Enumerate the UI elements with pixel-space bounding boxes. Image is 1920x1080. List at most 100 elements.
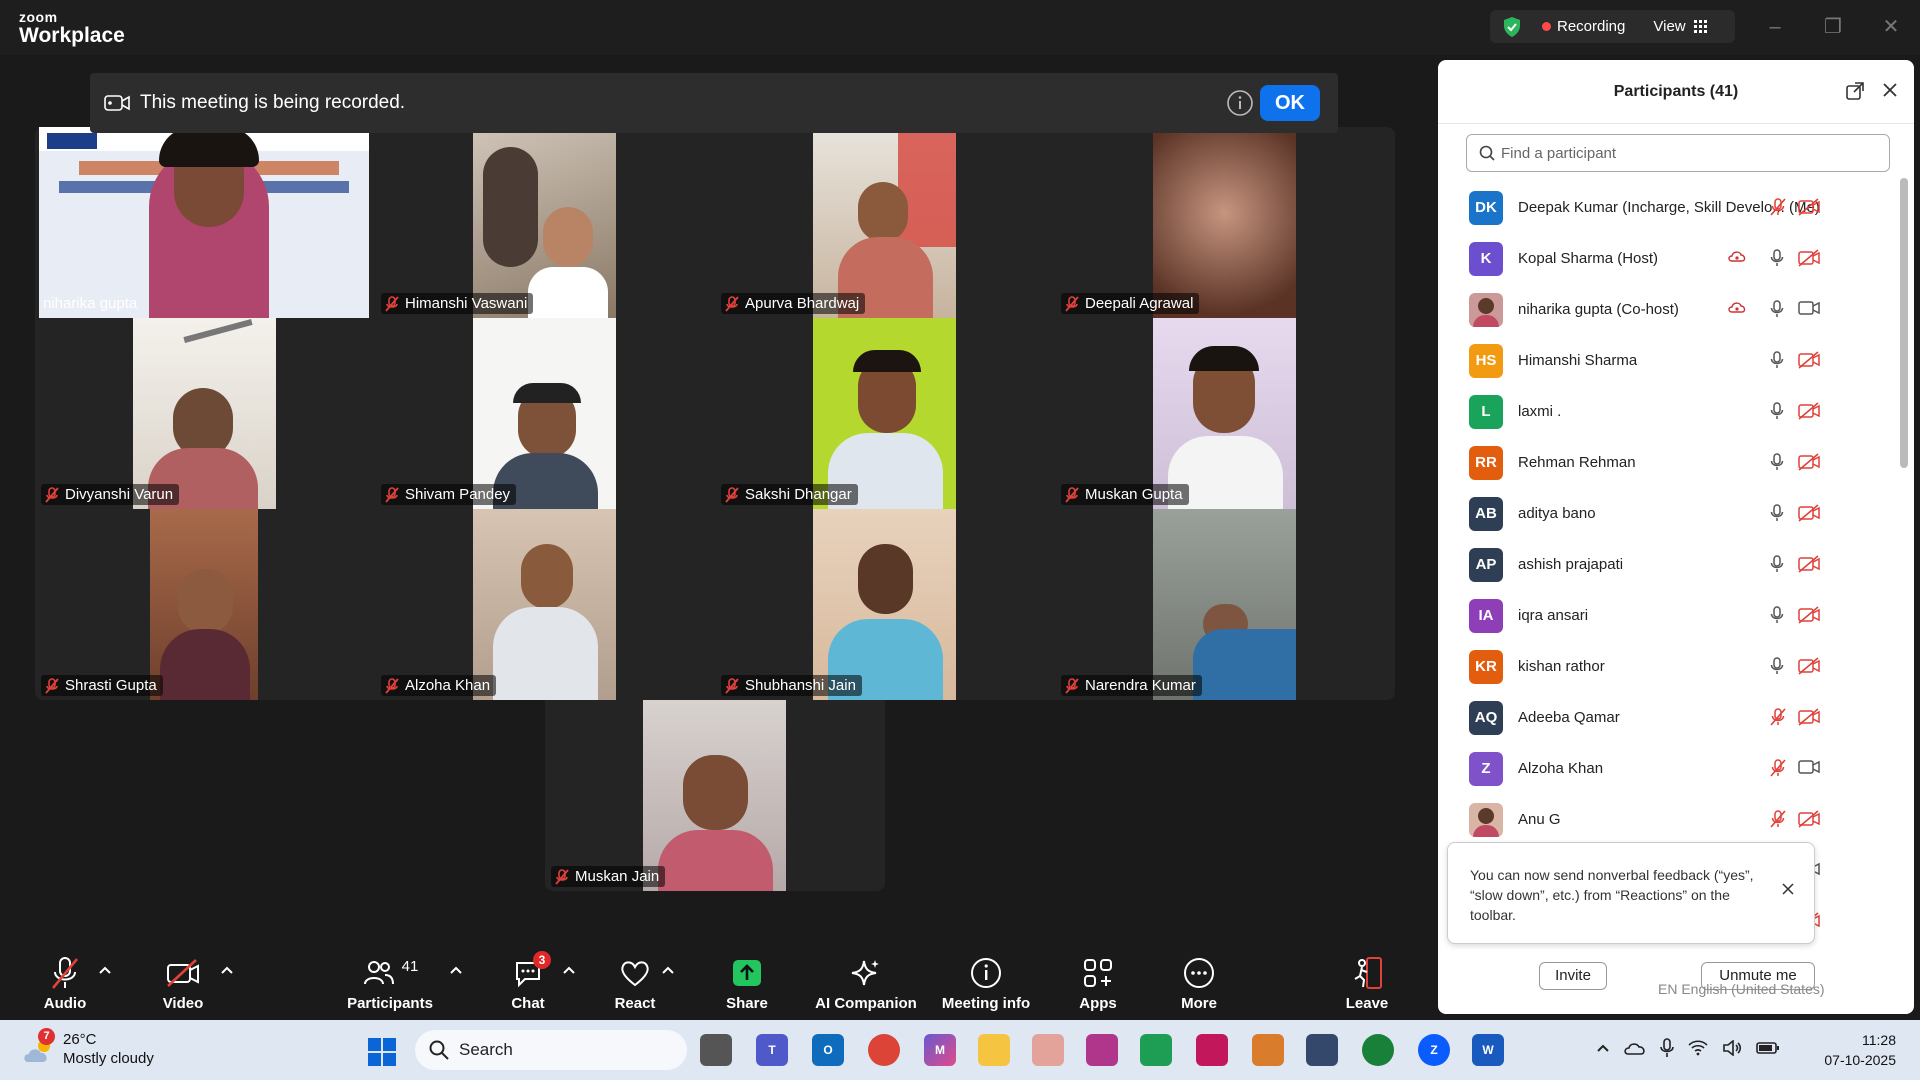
- video-off-icon[interactable]: [1798, 198, 1820, 216]
- video-off-icon[interactable]: [1798, 606, 1820, 624]
- video-off-icon[interactable]: [1798, 657, 1820, 675]
- video-tile[interactable]: Sakshi Dhangar: [715, 318, 1055, 509]
- muted-mic-icon[interactable]: [1770, 810, 1786, 828]
- task-view-icon[interactable]: [700, 1034, 732, 1066]
- video-tile[interactable]: Muskan Gupta: [1055, 318, 1395, 509]
- search-input[interactable]: [1501, 144, 1881, 162]
- language-indicator[interactable]: EN English (United States): [1658, 981, 1825, 997]
- video-off-icon[interactable]: [1798, 555, 1820, 573]
- chevron-up-icon[interactable]: [220, 965, 234, 975]
- invite-button[interactable]: Invite: [1539, 962, 1607, 990]
- mic-icon[interactable]: [1770, 606, 1784, 624]
- close-window-icon[interactable]: ✕: [1876, 12, 1906, 42]
- system-clock[interactable]: 11:28 07-10-2025: [1816, 1030, 1896, 1070]
- participant-search[interactable]: [1466, 134, 1890, 172]
- more-button[interactable]: More: [1174, 953, 1224, 1012]
- participant-row[interactable]: AP ashish prajapati: [1438, 539, 1900, 590]
- chevron-up-icon[interactable]: [98, 965, 112, 975]
- mic-icon[interactable]: [1770, 249, 1784, 267]
- teams-icon[interactable]: T: [756, 1034, 788, 1066]
- video-icon[interactable]: [1798, 759, 1820, 775]
- participants-button[interactable]: 41 Participants: [347, 953, 433, 1013]
- participant-row[interactable]: IA iqra ansari: [1438, 590, 1900, 641]
- weather-widget[interactable]: 7 26°C Mostly cloudy: [18, 1028, 158, 1072]
- video-off-icon[interactable]: [1798, 810, 1820, 828]
- windows-start-icon[interactable]: [368, 1038, 396, 1066]
- microphone-icon[interactable]: [1660, 1038, 1674, 1058]
- video-tile[interactable]: Himanshi Vaswani: [375, 127, 715, 318]
- participant-row[interactable]: AB aditya bano: [1438, 488, 1900, 539]
- audio-button[interactable]: Audio: [40, 953, 90, 1012]
- participant-row[interactable]: Z Alzoha Khan: [1438, 743, 1900, 794]
- video-off-icon[interactable]: [1798, 453, 1820, 471]
- view-button[interactable]: View: [1653, 18, 1685, 35]
- chevron-up-icon[interactable]: [1596, 1043, 1610, 1053]
- app-icon[interactable]: [1306, 1034, 1338, 1066]
- share-button[interactable]: Share: [722, 953, 772, 1012]
- app-icon[interactable]: [1140, 1034, 1172, 1066]
- video-tile[interactable]: Narendra Kumar: [1055, 509, 1395, 700]
- muted-mic-icon[interactable]: [1770, 198, 1786, 216]
- word-icon[interactable]: W: [1472, 1034, 1504, 1066]
- video-off-icon[interactable]: [1798, 351, 1820, 369]
- encryption-shield-icon[interactable]: [1500, 15, 1524, 39]
- video-icon[interactable]: [1798, 300, 1820, 316]
- app-icon[interactable]: [1086, 1034, 1118, 1066]
- muted-mic-icon[interactable]: [1770, 708, 1786, 726]
- meeting-info-button[interactable]: Meeting info: [940, 953, 1032, 1012]
- participant-row[interactable]: niharika gupta (Co-host): [1438, 284, 1900, 335]
- file-explorer-icon[interactable]: [978, 1034, 1010, 1066]
- mic-icon[interactable]: [1770, 504, 1784, 522]
- video-off-icon[interactable]: [1798, 504, 1820, 522]
- chevron-up-icon[interactable]: [562, 965, 576, 975]
- video-tile[interactable]: Muskan Jain: [545, 700, 885, 891]
- apps-button[interactable]: Apps: [1073, 953, 1123, 1012]
- grid-view-icon[interactable]: [1693, 19, 1708, 34]
- battery-icon[interactable]: [1756, 1041, 1780, 1055]
- taskbar-search[interactable]: Search: [415, 1030, 687, 1070]
- participant-row[interactable]: HS Himanshi Sharma: [1438, 335, 1900, 386]
- participant-row[interactable]: RR Rehman Rehman: [1438, 437, 1900, 488]
- leave-button[interactable]: Leave: [1342, 953, 1392, 1012]
- participant-row[interactable]: KR kishan rathor: [1438, 641, 1900, 692]
- scrollbar[interactable]: [1900, 178, 1908, 468]
- participant-row[interactable]: DK Deepak Kumar (Incharge, Skill Develo..…: [1438, 182, 1900, 233]
- mic-icon[interactable]: [1770, 657, 1784, 675]
- video-tile[interactable]: Apurva Bhardwaj: [715, 127, 1055, 318]
- participant-row[interactable]: Llaxmi .: [1438, 386, 1900, 437]
- mic-icon[interactable]: [1770, 402, 1784, 420]
- video-off-icon[interactable]: [1798, 708, 1820, 726]
- info-icon[interactable]: [1226, 89, 1254, 117]
- muted-mic-icon[interactable]: [1770, 759, 1786, 777]
- video-tile[interactable]: niharika gupta: [35, 127, 375, 318]
- mic-icon[interactable]: [1770, 300, 1784, 318]
- zoom-app-icon[interactable]: Z: [1418, 1034, 1450, 1066]
- video-button[interactable]: Video: [158, 953, 208, 1012]
- ai-companion-button[interactable]: AI Companion: [815, 953, 917, 1012]
- app-icon[interactable]: [1252, 1034, 1284, 1066]
- minimize-icon[interactable]: –: [1760, 12, 1790, 42]
- ok-button[interactable]: OK: [1260, 85, 1320, 121]
- close-icon[interactable]: [1882, 82, 1898, 98]
- mic-icon[interactable]: [1770, 453, 1784, 471]
- react-button[interactable]: React: [610, 953, 660, 1012]
- m365-icon[interactable]: M: [924, 1034, 956, 1066]
- wifi-icon[interactable]: [1688, 1040, 1708, 1056]
- chrome-icon[interactable]: [868, 1034, 900, 1066]
- popout-icon[interactable]: [1846, 82, 1864, 100]
- video-off-icon[interactable]: [1798, 249, 1820, 267]
- chevron-up-icon[interactable]: [449, 965, 463, 975]
- video-tile[interactable]: Shivam Pandey: [375, 318, 715, 509]
- volume-icon[interactable]: [1722, 1040, 1742, 1056]
- participant-row[interactable]: Anu G: [1438, 794, 1900, 845]
- mic-icon[interactable]: [1770, 351, 1784, 369]
- onedrive-icon[interactable]: [1624, 1040, 1646, 1056]
- chat-button[interactable]: 3 Chat: [503, 951, 553, 1012]
- chrome-profile-icon[interactable]: [1362, 1034, 1394, 1066]
- close-tip-icon[interactable]: [1782, 883, 1794, 895]
- video-off-icon[interactable]: [1798, 402, 1820, 420]
- video-tile[interactable]: Alzoha Khan: [375, 509, 715, 700]
- participant-row[interactable]: K Kopal Sharma (Host): [1438, 233, 1900, 284]
- video-tile[interactable]: Deepali Agrawal: [1055, 127, 1395, 318]
- chevron-up-icon[interactable]: [661, 965, 675, 975]
